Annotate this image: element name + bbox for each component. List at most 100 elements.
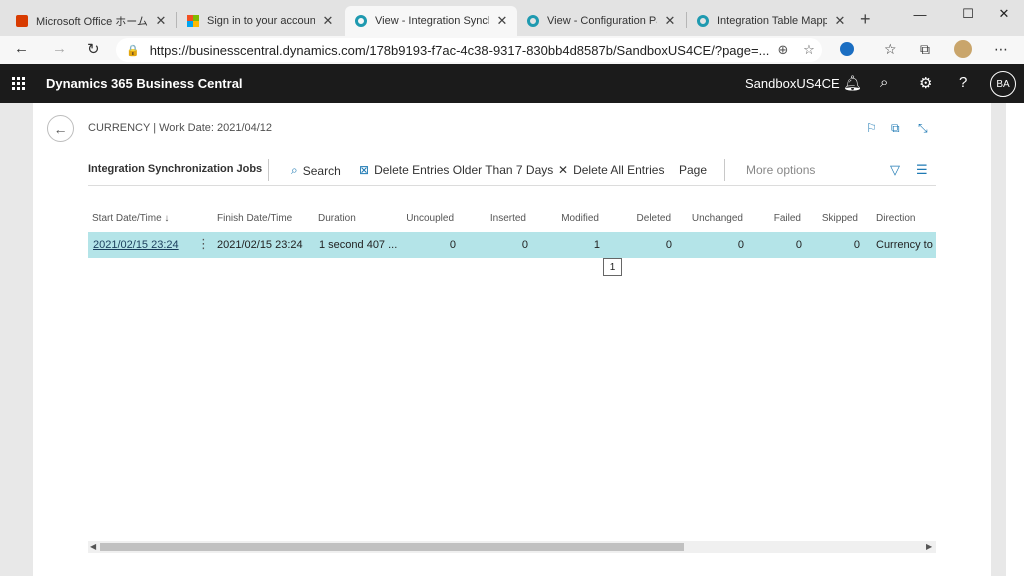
horizontal-scrollbar[interactable]: ◀ ▶ xyxy=(88,541,936,553)
back-arrow-icon: ← xyxy=(53,120,68,137)
favorites-icon[interactable]: ☆ xyxy=(884,41,897,58)
app-launcher-icon[interactable] xyxy=(12,77,26,91)
column-header-start[interactable]: Start Date/Time ↓ xyxy=(92,213,169,224)
d365-icon xyxy=(355,15,367,27)
scroll-left-arrow-icon[interactable]: ◀ xyxy=(90,542,96,551)
list-view-icon[interactable]: ☰ xyxy=(916,162,928,178)
cell-duration: 1 second 407 ... xyxy=(319,239,398,251)
cell-unchanged: 0 xyxy=(737,239,744,251)
delete-all-entries-action[interactable]: ✕ Delete All Entries xyxy=(558,163,664,177)
cell-finish: 2021/02/15 23:24 xyxy=(217,239,303,251)
column-header-direction[interactable]: Direction xyxy=(876,213,915,224)
zoom-plus-icon[interactable]: ⊕ xyxy=(770,42,796,58)
search-icon[interactable]: ⌕ xyxy=(880,74,888,91)
search-action[interactable]: ⌕ Search xyxy=(291,163,341,178)
browser-tab-strip: Microsoft Office ホーム ✕ Sign in to your a… xyxy=(0,0,1024,36)
close-icon[interactable]: ✕ xyxy=(495,13,509,29)
collapse-icon[interactable]: ⤡ xyxy=(918,121,928,136)
delete-all-label: Delete All Entries xyxy=(573,163,665,177)
more-options-action[interactable]: More options xyxy=(746,163,815,177)
url-text: https://businesscentral.dynamics.com/178… xyxy=(149,42,770,58)
help-icon[interactable]: ? xyxy=(959,74,967,91)
bookmark-icon[interactable]: ⚐ xyxy=(866,121,877,135)
address-bar[interactable]: 🔒 https://businesscentral.dynamics.com/1… xyxy=(116,38,822,62)
list-title: Integration Synchronization Jobs xyxy=(88,163,263,175)
browser-tab-config-package[interactable]: View - Configuration Packa ✕ xyxy=(517,6,685,36)
back-arrow-icon[interactable]: ← xyxy=(14,40,29,57)
new-tab-icon[interactable]: + xyxy=(860,9,871,30)
column-header-inserted[interactable]: Inserted xyxy=(466,213,526,224)
d365-icon xyxy=(527,15,539,27)
cell-start[interactable]: 2021/02/15 23:24 xyxy=(93,239,179,251)
close-icon[interactable]: ✕ xyxy=(321,13,335,29)
tab-title: View - Integration Synchro xyxy=(375,15,489,27)
collections-icon[interactable]: ⧉ xyxy=(920,41,930,58)
tab-title: View - Configuration Packa xyxy=(547,15,657,27)
delete-older-entries-action[interactable]: ⊠ Delete Entries Older Than 7 Days xyxy=(359,163,553,177)
filter-icon[interactable]: ▽ xyxy=(890,162,900,178)
row-actions-icon[interactable]: ⋮ xyxy=(197,236,210,252)
browser-tab-signin[interactable]: Sign in to your account ✕ xyxy=(177,6,343,36)
edge-extension-icon[interactable] xyxy=(840,42,854,56)
app-name: Dynamics 365 Business Central xyxy=(46,76,243,91)
tab-title: Integration Table Mapping xyxy=(717,15,827,27)
cell-failed: 0 xyxy=(795,239,802,251)
forward-arrow-icon[interactable]: → xyxy=(52,40,67,57)
lock-icon: 🔒 xyxy=(126,44,140,57)
right-strip xyxy=(1006,103,1024,576)
column-header-deleted[interactable]: Deleted xyxy=(611,213,671,224)
minimize-icon[interactable]: — xyxy=(898,0,942,28)
tab-title: Microsoft Office ホーム xyxy=(36,16,148,28)
user-avatar[interactable]: BA xyxy=(990,71,1016,97)
page-menu-action[interactable]: Page xyxy=(679,163,707,177)
page-label: Page xyxy=(679,163,708,177)
scroll-right-arrow-icon[interactable]: ▶ xyxy=(926,542,932,551)
open-new-window-icon[interactable]: ⧉ xyxy=(891,121,900,136)
office-icon xyxy=(16,15,28,27)
profile-avatar-icon[interactable] xyxy=(954,40,972,58)
environment-name: SandboxUS4CE xyxy=(745,76,840,91)
tab-title: Sign in to your account xyxy=(207,15,315,27)
close-icon[interactable]: ✕ xyxy=(663,13,677,29)
delete-x-icon: ✕ xyxy=(558,163,569,177)
column-header-duration[interactable]: Duration xyxy=(318,213,356,224)
cell-skipped: 0 xyxy=(853,239,860,251)
close-icon[interactable]: ✕ xyxy=(154,13,168,29)
window-close-icon[interactable]: ✕ xyxy=(982,0,1024,28)
close-icon[interactable]: ✕ xyxy=(833,13,847,29)
cell-direction: Currency to xyxy=(876,239,933,251)
browser-tab-integration-sync[interactable]: View - Integration Synchro ✕ xyxy=(345,6,517,36)
column-header-failed[interactable]: Failed xyxy=(755,213,801,224)
column-header-uncoupled[interactable]: Uncoupled xyxy=(396,213,454,224)
favorite-star-icon[interactable]: ☆ xyxy=(796,42,822,58)
browser-tab-office[interactable]: Microsoft Office ホーム ✕ xyxy=(6,6,176,36)
action-bar: Integration Synchronization Jobs ⌕ Searc… xyxy=(88,156,936,184)
notification-bell-icon[interactable]: 🔔︎ xyxy=(843,74,862,92)
action-separator xyxy=(724,159,725,181)
column-header-skipped[interactable]: Skipped xyxy=(812,213,858,224)
d365-icon xyxy=(697,15,709,27)
settings-gear-icon[interactable]: ⚙ xyxy=(919,74,932,92)
action-bar-divider xyxy=(88,185,936,186)
column-header-unchanged[interactable]: Unchanged xyxy=(683,213,743,224)
delete-entries-icon: ⊠ xyxy=(359,163,370,177)
cell-modified: 1 xyxy=(593,239,600,251)
action-separator xyxy=(268,159,269,181)
page-caption: CURRENCY | Work Date: 2021/04/12 xyxy=(88,122,273,134)
search-label: Search xyxy=(302,163,341,178)
column-header-modified[interactable]: Modified xyxy=(538,213,599,224)
scrollbar-thumb[interactable] xyxy=(100,543,684,551)
more-options-label: More options xyxy=(746,163,816,177)
bc-app-bar: Dynamics 365 Business Central SandboxUS4… xyxy=(0,64,1024,103)
refresh-icon[interactable]: ↻ xyxy=(87,40,100,58)
search-icon: ⌕ xyxy=(291,163,298,177)
microsoft-icon xyxy=(187,15,199,27)
more-menu-icon[interactable]: ⋯ xyxy=(994,41,1008,58)
browser-tab-table-mapping[interactable]: Integration Table Mapping ✕ xyxy=(687,6,855,36)
delete-older-label: Delete Entries Older Than 7 Days xyxy=(374,163,554,177)
back-button[interactable]: ← xyxy=(47,115,74,142)
selected-count-badge: 1 xyxy=(603,258,622,276)
cell-inserted: 0 xyxy=(521,239,528,251)
cell-uncoupled: 0 xyxy=(449,239,456,251)
column-header-finish[interactable]: Finish Date/Time xyxy=(217,213,292,224)
